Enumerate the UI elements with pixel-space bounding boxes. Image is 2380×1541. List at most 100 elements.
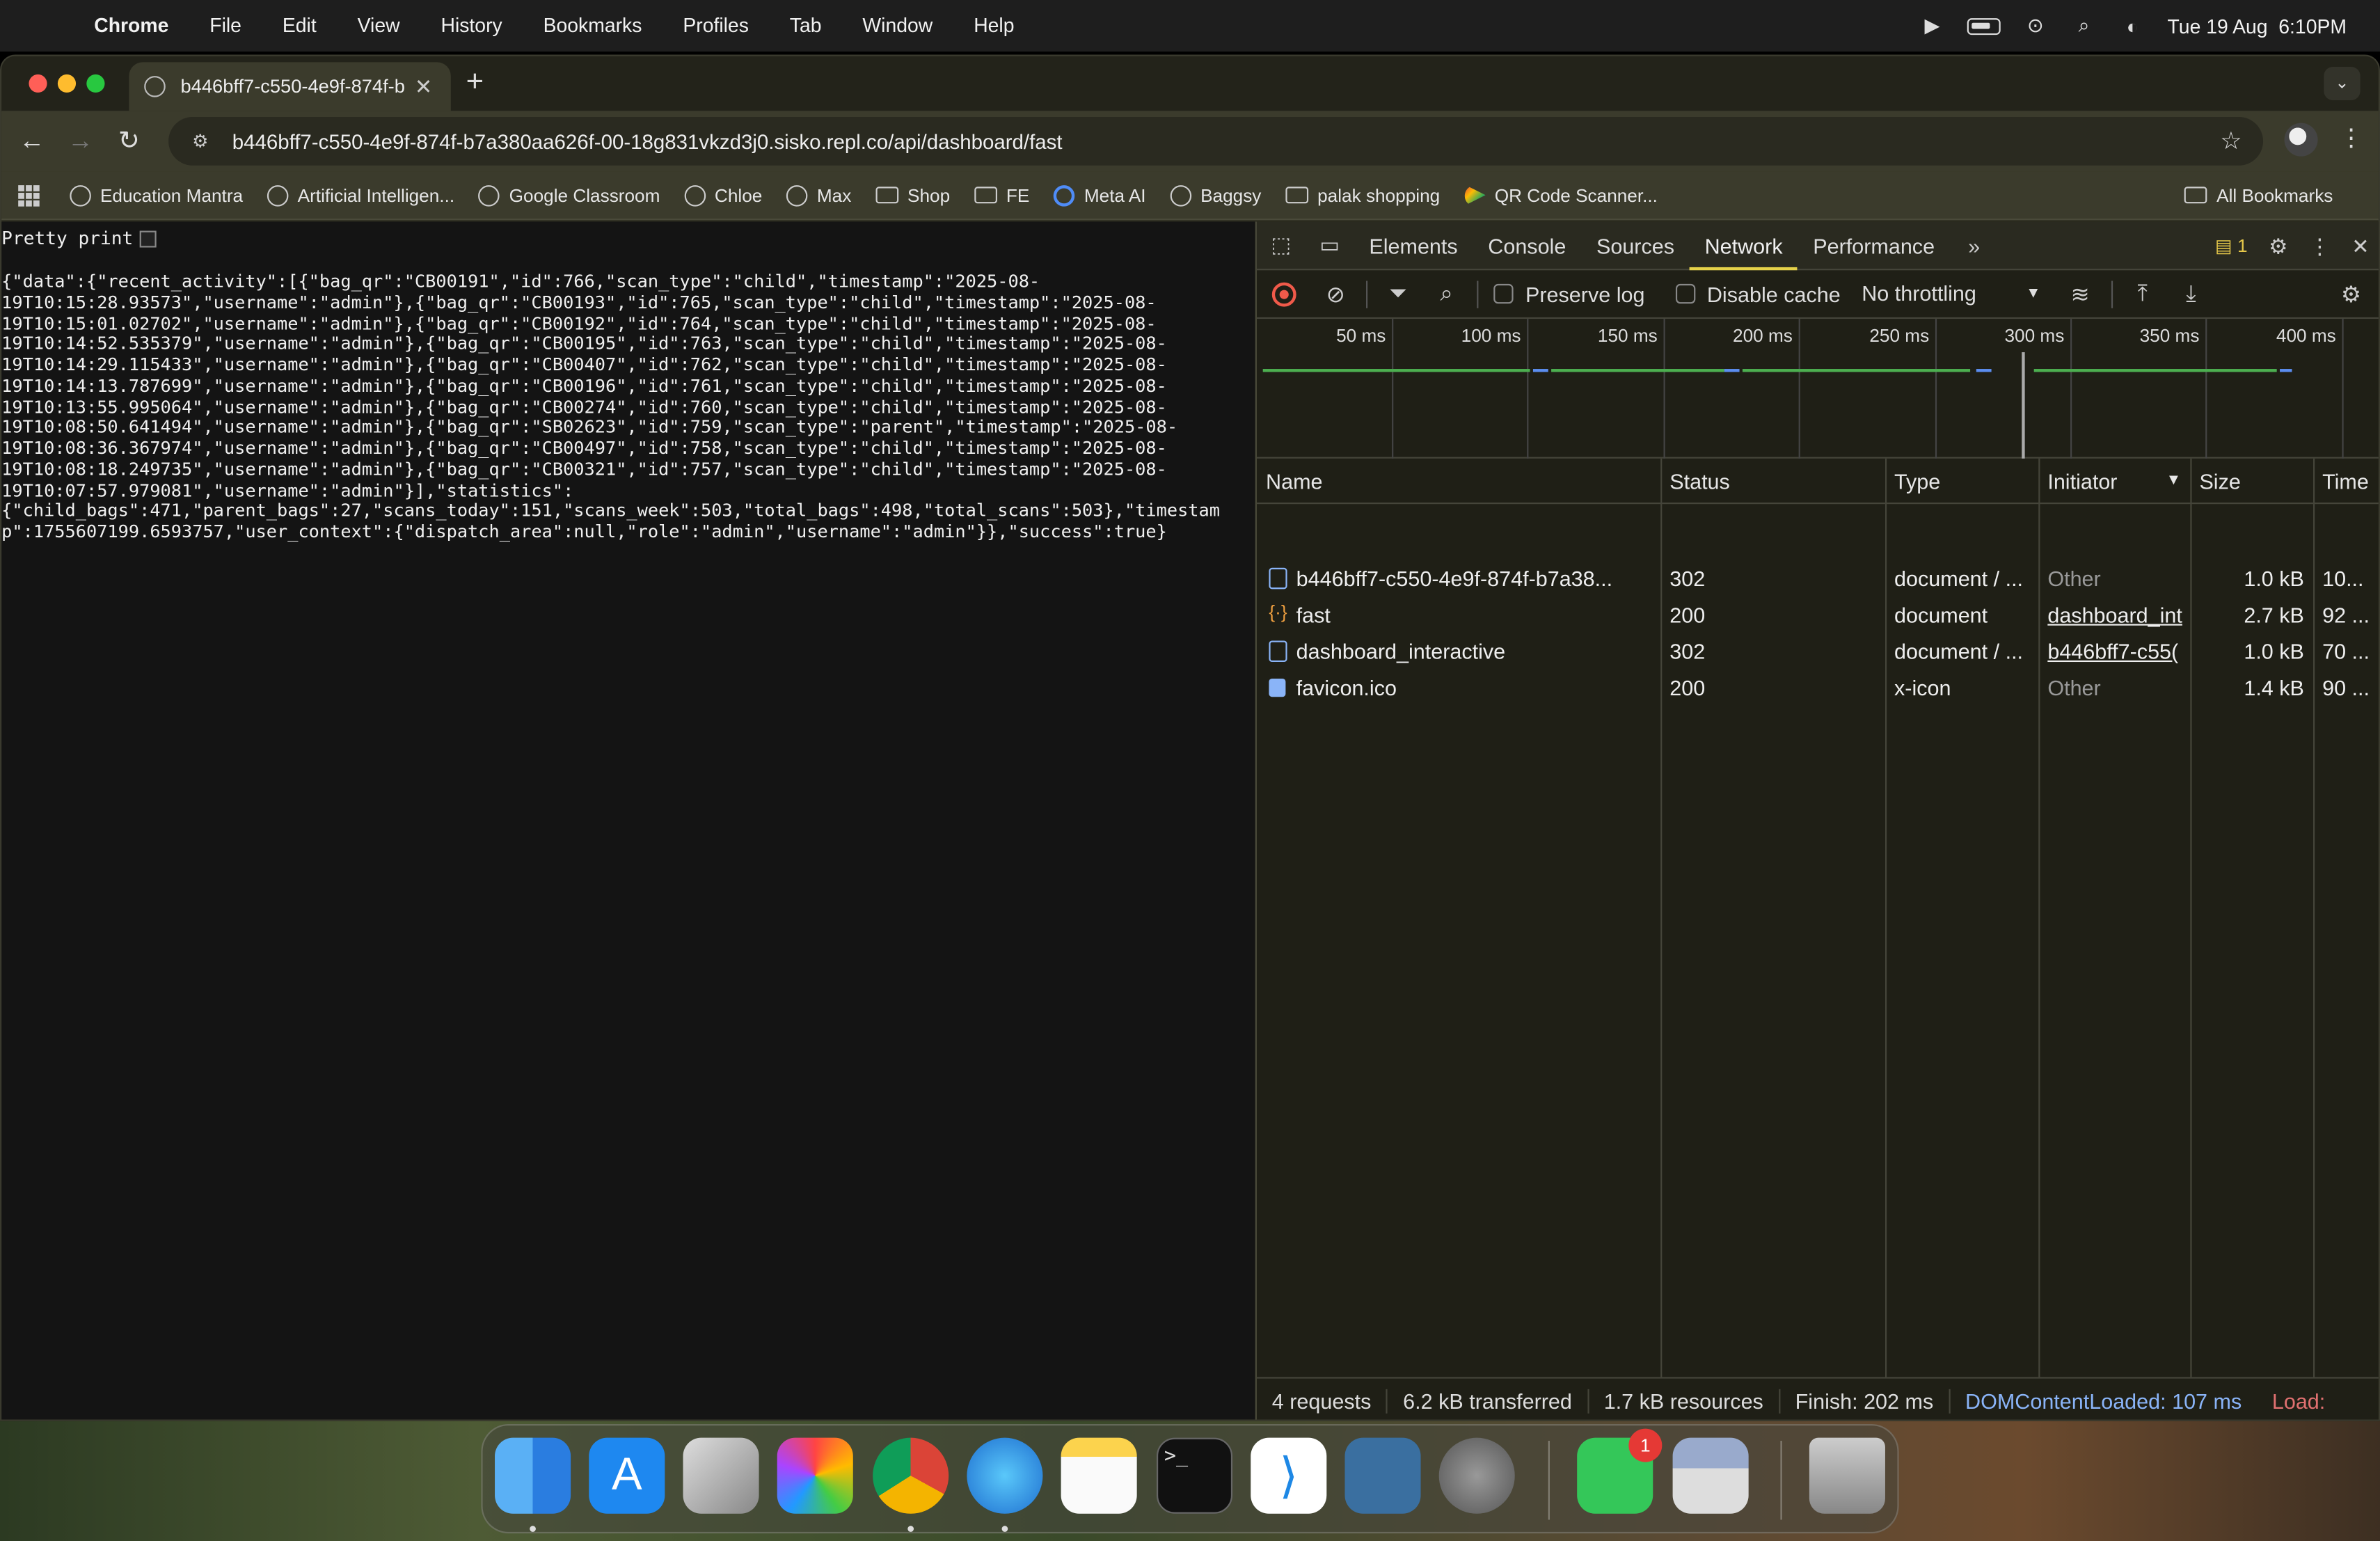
back-button[interactable]: ← bbox=[8, 126, 56, 157]
request-initiator-link[interactable]: b446bff7-c55( bbox=[2038, 633, 2190, 670]
bookmark-star-icon[interactable]: ☆ bbox=[2220, 126, 2242, 157]
tab-performance[interactable]: Performance bbox=[1798, 221, 1949, 269]
control-center-icon[interactable]: ◐ bbox=[2119, 15, 2146, 38]
profile-avatar[interactable] bbox=[2284, 123, 2318, 157]
system-settings-icon[interactable] bbox=[1438, 1437, 1515, 1514]
column-size[interactable]: Size bbox=[2190, 459, 2240, 504]
search-icon[interactable]: ⌕ bbox=[1422, 281, 1471, 307]
column-type[interactable]: Type bbox=[1885, 459, 1940, 504]
menu-help[interactable]: Help bbox=[953, 0, 1034, 52]
apps-grid-icon[interactable] bbox=[18, 184, 40, 206]
checkbox-box[interactable] bbox=[1675, 283, 1695, 304]
terminal-icon[interactable]: >_ bbox=[1157, 1437, 1233, 1514]
close-devtools-icon[interactable]: ✕ bbox=[2351, 233, 2370, 259]
inspect-element-icon[interactable]: ⬚ bbox=[1257, 232, 1306, 258]
export-har-icon[interactable]: ⤓ bbox=[2167, 281, 2216, 307]
more-tabs-icon[interactable]: » bbox=[1950, 233, 1999, 258]
pretty-print-toggle[interactable]: Pretty print bbox=[1, 228, 157, 249]
bookmark-chloe[interactable]: Chloe bbox=[684, 184, 762, 206]
import-har-icon[interactable]: ⤒ bbox=[2118, 281, 2167, 307]
bookmark-artificial-intelligence[interactable]: Artificial Intelligen... bbox=[267, 184, 454, 206]
chrome-icon[interactable] bbox=[873, 1437, 949, 1514]
address-bar[interactable]: ⚙ b446bff7-c550-4e9f-874f-b7a380aa626f-0… bbox=[168, 116, 2264, 166]
reload-button[interactable]: ↻ bbox=[104, 126, 153, 157]
disable-cache-checkbox[interactable]: Disable cache bbox=[1675, 282, 1841, 306]
browser-tab[interactable]: b446bff7-c550-4e9f-874f-b ✕ bbox=[129, 62, 451, 111]
bookmark-qr-code-scanner[interactable]: QR Code Scanner... bbox=[1464, 184, 1658, 206]
site-info-icon[interactable]: ⚙ bbox=[181, 125, 221, 158]
request-name[interactable]: fast bbox=[1287, 596, 1661, 633]
menu-history[interactable]: History bbox=[420, 0, 522, 52]
facetime-icon[interactable]: 1 bbox=[1577, 1428, 1663, 1514]
safari-icon[interactable] bbox=[967, 1437, 1043, 1514]
clear-log-icon[interactable]: ⊘ bbox=[1311, 280, 1360, 308]
menu-file[interactable]: File bbox=[189, 0, 262, 52]
device-toolbar-icon[interactable]: ▭ bbox=[1306, 232, 1354, 258]
bookmark-max[interactable]: Max bbox=[786, 184, 851, 206]
network-conditions-icon[interactable]: ≋ bbox=[2056, 280, 2104, 308]
bookmark-folder-palak-shopping[interactable]: palak shopping bbox=[1285, 184, 1440, 206]
table-row[interactable]: b446bff7-c550-4e9f-874f-b7a38... 302 doc… bbox=[1257, 560, 2379, 596]
chrome-menu-icon[interactable]: ⋮ bbox=[2339, 123, 2363, 154]
photos-icon[interactable] bbox=[777, 1437, 853, 1514]
tab-console[interactable]: Console bbox=[1473, 221, 1581, 269]
new-tab-button[interactable]: + bbox=[466, 65, 484, 100]
tab-network[interactable]: Network bbox=[1689, 221, 1799, 270]
menu-bookmarks[interactable]: Bookmarks bbox=[522, 0, 662, 52]
bookmark-folder-shop[interactable]: Shop bbox=[875, 184, 950, 206]
request-name[interactable]: favicon.ico bbox=[1287, 670, 1661, 706]
url-text[interactable]: b446bff7-c550-4e9f-874f-b7a380aa626f-00-… bbox=[232, 129, 1063, 152]
filter-icon[interactable]: ⏷ bbox=[1374, 281, 1422, 307]
preserve-log-checkbox[interactable]: Preserve log bbox=[1493, 282, 1644, 306]
trash-icon[interactable] bbox=[1809, 1437, 1885, 1514]
tab-search-button[interactable]: ⌄ bbox=[2324, 66, 2361, 100]
postgres-icon[interactable] bbox=[1344, 1437, 1421, 1514]
menu-window[interactable]: Window bbox=[841, 0, 953, 52]
record-stop-icon[interactable] bbox=[1271, 281, 1296, 306]
table-row[interactable]: dashboard_interactive 302 document / ...… bbox=[1257, 633, 2379, 670]
menu-tab[interactable]: Tab bbox=[768, 0, 841, 52]
screen-mirroring-icon[interactable]: ⊙ bbox=[2022, 14, 2049, 37]
bookmark-folder-fe[interactable]: FE bbox=[974, 184, 1029, 206]
close-tab-icon[interactable]: ✕ bbox=[411, 74, 436, 100]
table-row[interactable]: favicon.ico 200 x-icon Other 1.4 kB 90 .… bbox=[1257, 670, 2379, 706]
app-store-icon[interactable]: A bbox=[589, 1437, 665, 1514]
close-window-button[interactable] bbox=[29, 74, 47, 93]
tab-elements[interactable]: Elements bbox=[1354, 221, 1473, 269]
spotlight-search-icon[interactable]: ⌕ bbox=[2070, 14, 2097, 37]
settings-gear-icon[interactable]: ⚙ bbox=[2269, 233, 2287, 259]
minimize-window-button[interactable] bbox=[57, 74, 77, 93]
network-overview-timeline[interactable]: 50 ms 100 ms 150 ms 200 ms 250 ms 300 ms 350 m… bbox=[1256, 319, 2379, 459]
tab-sources[interactable]: Sources bbox=[1581, 221, 1690, 269]
bookmark-education-mantra[interactable]: Education Mantra bbox=[70, 184, 243, 206]
menu-view[interactable]: View bbox=[336, 0, 420, 52]
battery-icon[interactable] bbox=[1967, 17, 2001, 35]
issues-count[interactable]: ▤ 1 bbox=[2215, 235, 2248, 257]
bookmark-baggsy[interactable]: Baggsy bbox=[1170, 184, 1261, 206]
menu-chrome[interactable]: Chrome bbox=[73, 0, 189, 52]
column-status[interactable]: Status bbox=[1660, 459, 1730, 504]
table-row[interactable]: {·} fast 200 document dashboard_int 2.7 … bbox=[1257, 596, 2379, 633]
pretty-print-checkbox[interactable] bbox=[139, 230, 157, 247]
finder-icon[interactable] bbox=[495, 1437, 571, 1514]
network-settings-icon[interactable]: ⚙ bbox=[2327, 280, 2376, 308]
column-name[interactable]: Name bbox=[1257, 459, 1322, 504]
zoom-window-button[interactable] bbox=[86, 74, 105, 93]
bookmark-meta-ai[interactable]: Meta AI bbox=[1054, 184, 1146, 206]
notes-icon[interactable] bbox=[1061, 1437, 1137, 1514]
launchpad-icon[interactable] bbox=[683, 1437, 759, 1514]
menu-profiles[interactable]: Profiles bbox=[662, 0, 768, 52]
request-name[interactable]: b446bff7-c550-4e9f-874f-b7a38... bbox=[1287, 560, 1661, 596]
now-playing-icon[interactable]: ▶ bbox=[1919, 14, 1946, 37]
bookmark-google-classroom[interactable]: Google Classroom bbox=[479, 184, 660, 206]
vscode-icon[interactable]: ⟩ bbox=[1251, 1437, 1327, 1514]
checkbox-box[interactable] bbox=[1493, 283, 1514, 304]
menu-clock[interactable]: Tue 19 Aug 6:10PM bbox=[2168, 15, 2347, 38]
column-initiator[interactable]: Initiator ▼ bbox=[2038, 459, 2190, 504]
forward-button[interactable]: → bbox=[56, 126, 105, 157]
request-name[interactable]: dashboard_interactive bbox=[1287, 633, 1661, 670]
preview-icon[interactable] bbox=[1672, 1437, 1749, 1514]
menu-edit[interactable]: Edit bbox=[261, 0, 336, 52]
all-bookmarks-button[interactable]: All Bookmarks bbox=[2184, 184, 2333, 206]
request-initiator-link[interactable]: dashboard_int bbox=[2038, 596, 2190, 633]
